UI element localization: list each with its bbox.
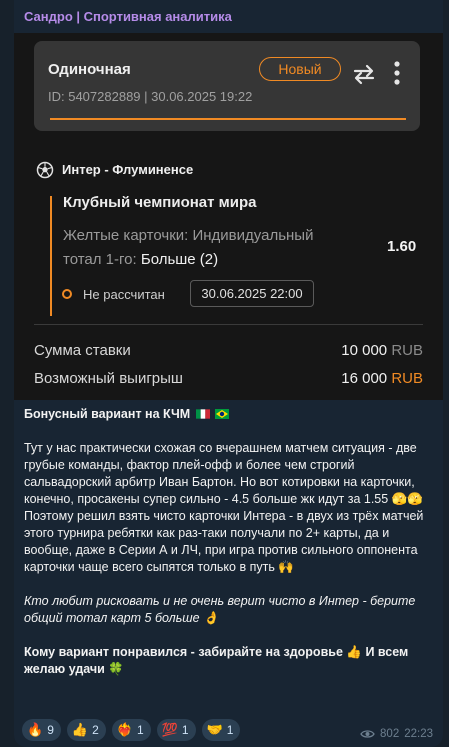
odds-value: 1.60	[387, 238, 417, 255]
bet-card: Одиночная ID: 5407282889 | 30.06.2025 19…	[34, 41, 420, 131]
reaction-hundred[interactable]: 💯 1	[156, 719, 196, 741]
thumbs-up-emoji: 👍	[346, 645, 362, 659]
win-value: 16 000	[341, 370, 388, 387]
stake-value: 10 000	[341, 342, 388, 359]
post-paragraph-1: Тут у нас практически схожая со вчерашне…	[24, 441, 424, 574]
bet-screenshot[interactable]: Одиночная ID: 5407282889 | 30.06.2025 19…	[14, 33, 443, 400]
event-datetime: 30.06.2025 22:00	[190, 280, 314, 307]
match-name: Интер - Флуминенсе	[62, 162, 194, 177]
clover-emoji: 🍀	[108, 662, 124, 676]
post-heading: Бонусный вариант на КЧМ	[24, 406, 438, 423]
stake-currency: RUB	[391, 342, 423, 359]
win-currency: RUB	[391, 370, 423, 387]
tournament-name: Клубный чемпионат мира	[63, 194, 257, 211]
ok-hand-emoji: 👌	[203, 611, 219, 625]
status-badge: Новый	[259, 57, 341, 81]
post-text: Бонусный вариант на КЧМ Тут у нас практи…	[24, 406, 438, 695]
italy-flag-icon	[195, 409, 210, 419]
message-time: 22:23	[404, 728, 433, 740]
stake-label: Сумма ставки	[34, 342, 131, 359]
stake-amount: 10 000 RUB	[341, 342, 423, 359]
message-bubble: Сандро | Спортивная аналитика Одиночная …	[14, 0, 443, 747]
reaction-thumbs-up[interactable]: 👍 2	[66, 719, 106, 741]
win-label: Возможный выигрыш	[34, 370, 183, 387]
reactions-bar: 🔥 9 👍 2 ❤️‍🔥 1 💯 1 🤝 1	[22, 719, 241, 741]
message-meta: 802 22:23	[360, 728, 433, 740]
view-count: 802	[380, 728, 400, 740]
settlement-status: Не рассчитан	[83, 287, 165, 302]
timeline-line	[50, 196, 52, 316]
reaction-handshake[interactable]: 🤝 1	[201, 719, 241, 741]
status-dot-icon	[62, 289, 72, 299]
selection: Больше (2)	[140, 251, 219, 268]
soccer-ball-icon	[36, 161, 54, 179]
post-paragraph-2: Кто любит рисковать и не очень верит чис…	[24, 594, 416, 625]
win-amount: 16 000 RUB	[341, 370, 423, 387]
raised-hands-emoji: 🙌	[278, 560, 294, 574]
eye-icon	[360, 730, 375, 738]
bet-id: ID: 5407282889 | 30.06.2025 19:22	[48, 89, 253, 104]
brazil-flag-icon	[215, 409, 230, 419]
reaction-fire[interactable]: 🔥 9	[22, 719, 61, 741]
reaction-heart-fire[interactable]: ❤️‍🔥 1	[111, 719, 151, 741]
market-text: Желтые карточки: Индивидуальный тотал 1-…	[63, 224, 343, 272]
thinking-emoji: 🫣🫣	[391, 492, 423, 506]
channel-title[interactable]: Сандро | Спортивная аналитика	[24, 9, 232, 24]
post-paragraph-3: Кому вариант понравился - забирайте на з…	[24, 645, 409, 676]
progress-line	[50, 118, 406, 120]
bet-type: Одиночная	[48, 61, 131, 78]
more-vertical-icon	[394, 61, 400, 85]
repeat-icon	[353, 64, 375, 85]
divider	[34, 324, 423, 325]
